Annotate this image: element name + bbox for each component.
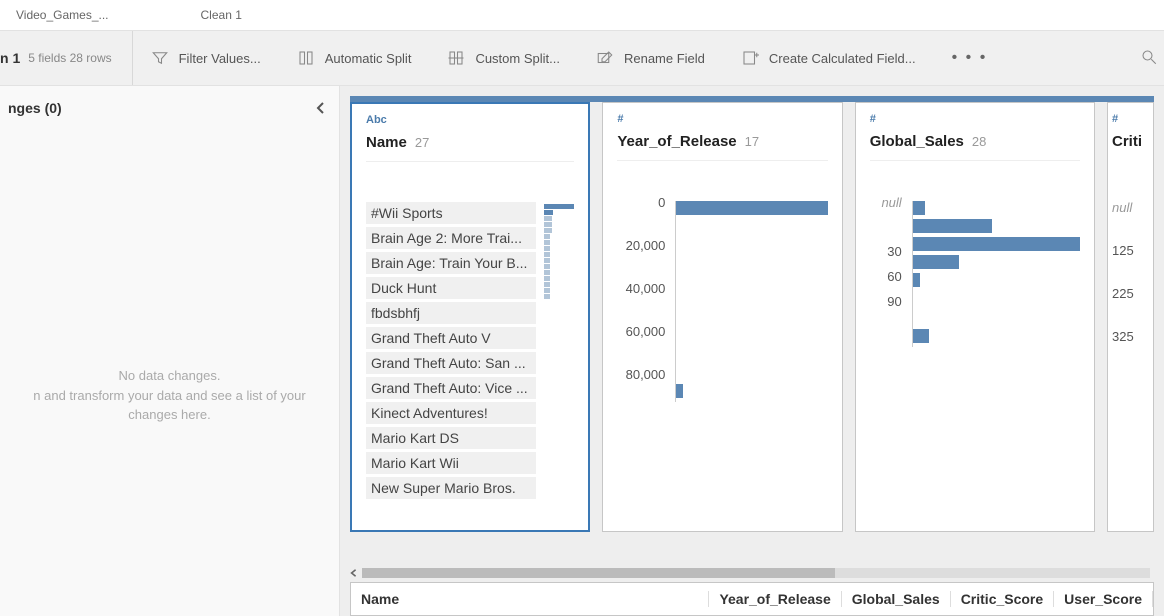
critic-tick: 225	[1112, 286, 1149, 301]
field-year-count: 17	[745, 134, 759, 149]
grid-col-year[interactable]: Year_of_Release	[709, 591, 841, 607]
tabs-row: Video_Games_... Clean 1	[0, 0, 1164, 30]
datatype-string-icon: Abc	[366, 114, 574, 126]
global-tick: 60	[870, 269, 902, 284]
automatic-split-button[interactable]: Automatic Split	[279, 31, 430, 85]
tab-source[interactable]: Video_Games_...	[8, 4, 133, 26]
profile-content: Abc Name 27 #Wii Sports Brain Age 2: Mor…	[340, 86, 1164, 616]
changes-msg-2: n and transform your data and see a list…	[8, 386, 331, 406]
profile-cards-row: Abc Name 27 #Wii Sports Brain Age 2: Mor…	[340, 102, 1164, 542]
search-icon	[1140, 48, 1158, 66]
list-item[interactable]: Brain Age 2: More Trai...	[366, 227, 536, 249]
calc-icon	[741, 49, 759, 67]
create-calculated-field-button[interactable]: Create Calculated Field...	[723, 31, 934, 85]
field-card-critic-partial[interactable]: # Criti null 125 225 325	[1107, 102, 1154, 532]
year-tick: 0	[617, 195, 665, 210]
list-item[interactable]: fbdsbhfj	[366, 302, 536, 324]
list-item[interactable]: Mario Kart DS	[366, 427, 536, 449]
split-custom-icon	[447, 49, 465, 67]
custom-split-button[interactable]: Custom Split...	[429, 31, 578, 85]
changes-title: nges (0)	[8, 100, 62, 116]
list-item[interactable]: Grand Theft Auto V	[366, 327, 536, 349]
list-item[interactable]: Duck Hunt	[366, 277, 536, 299]
filter-icon	[151, 49, 169, 67]
year-tick: 60,000	[617, 324, 665, 339]
filter-label: Filter Values...	[179, 51, 261, 66]
scroll-left-icon[interactable]	[350, 569, 358, 577]
grid-col-global[interactable]: Global_Sales	[842, 591, 951, 607]
rename-label: Rename Field	[624, 51, 705, 66]
toolbar: n 1 5 fields 28 rows Filter Values... Au…	[0, 30, 1164, 86]
critic-tick-null: null	[1112, 200, 1149, 215]
rename-field-button[interactable]: Rename Field	[578, 31, 723, 85]
changes-msg-1: No data changes.	[8, 366, 331, 386]
auto-split-label: Automatic Split	[325, 51, 412, 66]
name-sparkbars	[544, 204, 574, 499]
year-tick: 20,000	[617, 238, 665, 253]
list-item[interactable]: Grand Theft Auto: San ...	[366, 352, 536, 374]
changes-msg-3: changes here.	[8, 405, 331, 425]
split-auto-icon	[297, 49, 315, 67]
global-axis: null 30 60 90	[870, 195, 902, 347]
year-tick: 80,000	[617, 367, 665, 382]
scroll-track[interactable]	[362, 568, 1150, 578]
field-global-count: 28	[972, 134, 986, 149]
field-critic-label: Criti	[1112, 133, 1142, 150]
filter-values-button[interactable]: Filter Values...	[133, 31, 279, 85]
main-area: nges (0) No data changes. n and transfor…	[0, 86, 1164, 616]
global-tick: 90	[870, 294, 902, 309]
datatype-number-icon: #	[870, 113, 1080, 125]
field-card-name[interactable]: Abc Name 27 #Wii Sports Brain Age 2: Mor…	[350, 102, 590, 532]
calc-label: Create Calculated Field...	[769, 51, 916, 66]
collapse-panel-icon[interactable]	[315, 102, 327, 114]
year-tick: 40,000	[617, 281, 665, 296]
year-axis: 0 20,000 40,000 60,000 80,000	[617, 195, 665, 402]
grid-col-name[interactable]: Name	[351, 591, 709, 607]
global-tick: 30	[870, 244, 902, 259]
global-histogram[interactable]	[912, 201, 1080, 347]
grid-col-critic[interactable]: Critic_Score	[951, 591, 1054, 607]
toolbar-more-button[interactable]: • • •	[934, 49, 1006, 67]
scroll-thumb[interactable]	[362, 568, 835, 578]
field-name-label: Name	[366, 134, 407, 151]
critic-tick: 125	[1112, 243, 1149, 258]
rename-icon	[596, 49, 614, 67]
datatype-number-icon: #	[1112, 113, 1149, 125]
changes-panel: nges (0) No data changes. n and transfor…	[0, 86, 340, 616]
toolbar-title: n 1	[0, 50, 28, 66]
custom-split-label: Custom Split...	[475, 51, 560, 66]
list-item[interactable]: Grand Theft Auto: Vice ...	[366, 377, 536, 399]
field-card-global-sales[interactable]: # Global_Sales 28 null 30 60 90	[855, 102, 1095, 532]
field-card-year[interactable]: # Year_of_Release 17 0 20,000 40,000 60,…	[602, 102, 842, 532]
datatype-number-icon: #	[617, 113, 827, 125]
list-item[interactable]: #Wii Sports	[366, 202, 536, 224]
name-values-list: #Wii Sports Brain Age 2: More Trai... Br…	[366, 202, 538, 499]
grid-col-user[interactable]: User_Score	[1054, 591, 1153, 607]
data-grid-header: Name Year_of_Release Global_Sales Critic…	[350, 582, 1154, 616]
toolbar-meta: 5 fields 28 rows	[28, 31, 132, 85]
toolbar-right-button[interactable]	[1134, 48, 1164, 69]
horizontal-scrollbar[interactable]	[350, 566, 1154, 580]
year-histogram[interactable]	[675, 201, 827, 402]
tab-clean[interactable]: Clean 1	[193, 4, 266, 26]
field-year-label: Year_of_Release	[617, 133, 736, 150]
list-item[interactable]: Mario Kart Wii	[366, 452, 536, 474]
list-item[interactable]: Kinect Adventures!	[366, 402, 536, 424]
list-item[interactable]: New Super Mario Bros.	[366, 477, 536, 499]
field-global-label: Global_Sales	[870, 133, 964, 150]
global-tick-null: null	[870, 195, 902, 210]
critic-tick: 325	[1112, 329, 1149, 344]
field-name-count: 27	[415, 135, 429, 150]
changes-empty-message: No data changes. n and transform your da…	[0, 366, 339, 425]
list-item[interactable]: Brain Age: Train Your B...	[366, 252, 536, 274]
